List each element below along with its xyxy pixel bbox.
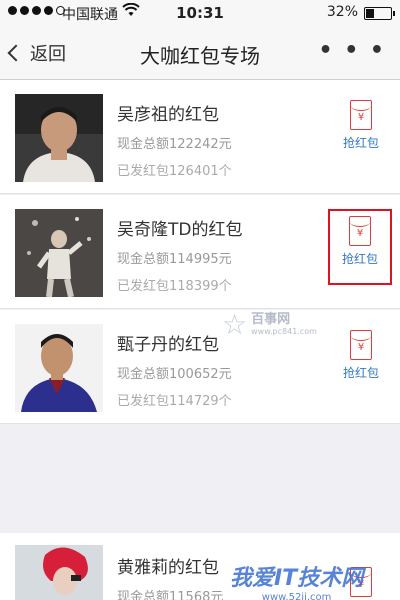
list-item[interactable]: 吴奇隆TD的红包 现金总额114995元 已发红包118399个 ¥ 抢红包 xyxy=(0,195,400,309)
more-options-button[interactable]: • • • xyxy=(318,38,386,63)
list-item[interactable]: 吴彦祖的红包 现金总额122242元 已发红包126401个 ¥ 抢红包 xyxy=(0,80,400,194)
avatar xyxy=(15,545,103,600)
grab-red-packet-button[interactable]: ¥ 抢红包 xyxy=(336,100,386,151)
star-icon: ☆ xyxy=(222,308,248,341)
item-amount: 现金总额100652元 xyxy=(117,367,232,382)
battery-icon xyxy=(364,7,395,20)
list-item[interactable]: 甄子丹的红包 现金总额100652元 已发红包114729个 ¥ 抢红包 xyxy=(0,310,400,424)
item-sent-count: 已发红包118399个 xyxy=(117,279,232,294)
item-amount: 现金总额11568元 xyxy=(117,590,224,600)
watermark-logo: 我爱IT技术网 www.52ij.com xyxy=(230,566,364,600)
grab-red-packet-button[interactable]: ¥ 抢红包 xyxy=(328,209,392,285)
nav-bar: 返回 大咖红包专场 • • • xyxy=(0,26,400,80)
item-amount: 现金总额114995元 xyxy=(117,252,232,267)
avatar xyxy=(15,209,103,297)
item-name: 吴奇隆TD的红包 xyxy=(117,220,243,240)
item-name: 黄雅莉的红包 xyxy=(117,558,219,578)
item-sent-count: 已发红包114729个 xyxy=(117,394,232,409)
battery-percent: 32% xyxy=(326,4,358,20)
grab-label: 抢红包 xyxy=(342,136,379,150)
red-envelope-icon: ¥ xyxy=(349,216,371,246)
item-name: 甄子丹的红包 xyxy=(117,335,219,355)
item-name: 吴彦祖的红包 xyxy=(117,105,219,125)
item-sent-count: 已发红包126401个 xyxy=(117,164,232,179)
grab-label: 抢红包 xyxy=(341,252,378,266)
status-bar: 中国联通 10:31 32% xyxy=(0,0,400,26)
grab-red-packet-button[interactable]: ¥ 抢红包 xyxy=(336,330,386,381)
red-envelope-icon: ¥ xyxy=(350,100,372,130)
watermark-logo: ☆ 百事网 www.pc841.com xyxy=(222,308,317,341)
avatar xyxy=(15,324,103,412)
grab-label: 抢红包 xyxy=(342,366,379,380)
avatar xyxy=(15,94,103,182)
red-envelope-icon: ¥ xyxy=(350,330,372,360)
item-amount: 现金总额122242元 xyxy=(117,137,232,152)
